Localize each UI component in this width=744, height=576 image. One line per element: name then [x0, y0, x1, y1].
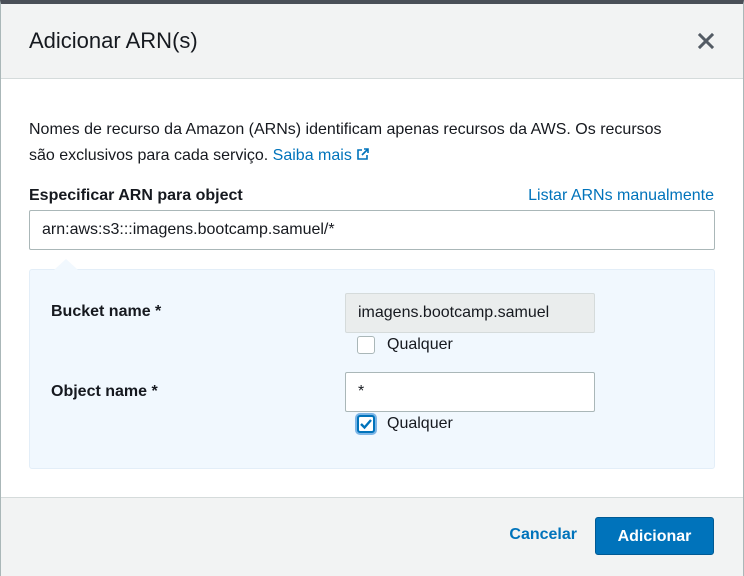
bucket-any-label: Qualquer: [387, 336, 453, 353]
modal-title: Adicionar ARN(s): [29, 28, 198, 53]
add-arn-modal: Adicionar ARN(s) Nomes de recurso da Ama…: [0, 0, 744, 576]
close-button[interactable]: [697, 32, 715, 50]
arn-input[interactable]: [29, 210, 715, 250]
cancel-button[interactable]: Cancelar: [509, 526, 577, 544]
learn-more-link[interactable]: Saiba mais: [273, 147, 370, 164]
modal-footer: Cancelar Adicionar: [1, 497, 743, 576]
description: Nomes de recurso da Amazon (ARNs) identi…: [29, 117, 669, 169]
bucket-name-label: Bucket name *: [51, 303, 162, 320]
object-any-option[interactable]: Qualquer: [357, 413, 453, 435]
bucket-any-option[interactable]: Qualquer: [357, 334, 453, 356]
arn-builder-panel: Bucket name * Qualquer Object name * Qua…: [29, 259, 715, 469]
object-name-input[interactable]: [345, 372, 595, 412]
object-any-label: Qualquer: [387, 415, 453, 432]
arn-field-label: Especificar ARN para object: [29, 187, 243, 204]
add-button[interactable]: Adicionar: [595, 517, 714, 555]
object-any-checkbox[interactable]: [357, 415, 375, 433]
modal-header: Adicionar ARN(s): [1, 4, 743, 79]
list-arns-manually-link[interactable]: Listar ARNs manualmente: [528, 187, 714, 205]
close-icon: [697, 32, 715, 50]
bucket-name-input[interactable]: [345, 293, 595, 333]
modal-body: Nomes de recurso da Amazon (ARNs) identi…: [1, 79, 743, 497]
checkmark-icon: [360, 419, 372, 430]
bucket-any-checkbox[interactable]: [357, 336, 375, 354]
object-name-label: Object name *: [51, 383, 158, 400]
external-link-icon: [357, 148, 369, 160]
panel-notch: [54, 259, 78, 270]
